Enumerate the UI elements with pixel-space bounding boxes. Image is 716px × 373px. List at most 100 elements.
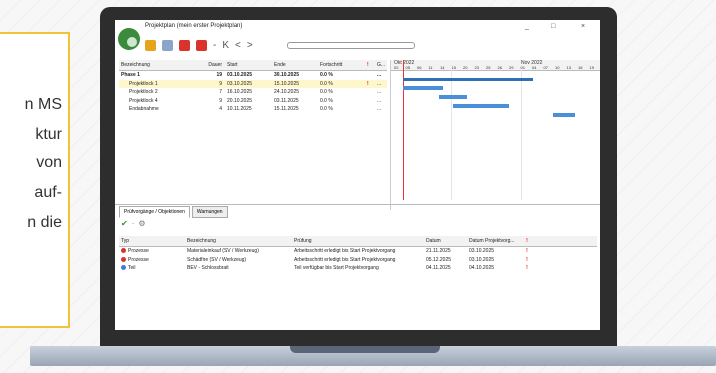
- gantt-bar[interactable]: [439, 95, 467, 99]
- gantt-bar[interactable]: [453, 104, 509, 108]
- task-start: 03.10.2025: [227, 72, 253, 79]
- gantt-bar[interactable]: [403, 78, 533, 81]
- process-icon: [121, 256, 126, 262]
- close-button[interactable]: ×: [581, 23, 585, 30]
- gantt-header: Okt 2022 Nov 2022 02 05 06 11 14 15 20 23 25 26 29…: [391, 60, 600, 71]
- task-warning: !: [367, 80, 369, 87]
- type-label: Prozesse: [128, 256, 149, 263]
- gantt-day-label: 25: [486, 65, 491, 70]
- task-more-button[interactable]: ...: [375, 89, 387, 95]
- date-cell: 21.11.2025: [426, 248, 451, 255]
- task-more-button[interactable]: ...: [375, 98, 387, 104]
- warning-cell: !: [526, 265, 528, 272]
- tab-bar: Prüfvorgänge / Objektionen Warnungen: [119, 206, 228, 218]
- col-warning-header[interactable]: !: [365, 62, 375, 68]
- check-icon[interactable]: ✔: [121, 219, 128, 228]
- gantt-day-label: 20: [463, 65, 468, 70]
- col-progress-header[interactable]: Fortschritt: [318, 62, 365, 68]
- delete-icon[interactable]: [179, 39, 190, 51]
- gantt-day-label: 02: [394, 65, 399, 70]
- task-duration: 7: [219, 89, 222, 96]
- remove-icon[interactable]: [196, 39, 207, 51]
- col-warning-header[interactable]: !: [521, 238, 531, 244]
- task-progress: 0.0 %: [320, 97, 333, 104]
- col-date2-header[interactable]: Datum Projektvorg...: [467, 238, 521, 244]
- today-marker: [403, 60, 404, 200]
- col-date-header[interactable]: Datum: [424, 238, 467, 244]
- process-icon: [121, 248, 126, 254]
- table-header: Typ Bezeichnung Prüfung Datum Datum Proj…: [119, 236, 597, 247]
- table-header: Bezeichnung Dauer Start Ende Fortschritt…: [119, 60, 387, 71]
- task-table: Bezeichnung Dauer Start Ende Fortschritt…: [119, 60, 387, 114]
- zoom-slider[interactable]: [287, 42, 415, 49]
- table-row[interactable]: Teil BEV - Schlossbrait Teil verfügbar b…: [119, 264, 597, 273]
- pane-splitter[interactable]: [115, 204, 600, 205]
- col-duration-header[interactable]: Dauer: [199, 62, 225, 68]
- col-g-header[interactable]: G...: [375, 62, 387, 68]
- table-row[interactable]: Phase 1 19 03.10.2025 30.10.2025 0.0 % .…: [119, 71, 387, 80]
- task-more-button[interactable]: ...: [375, 106, 387, 112]
- card-line: von: [36, 154, 62, 171]
- gantt-day-label: 13: [566, 65, 571, 70]
- task-start: 03.10.2025: [227, 80, 253, 87]
- table-row[interactable]: Projektlock 1 9 03.10.2025 15.10.2025 0.…: [119, 79, 387, 88]
- date2-cell: 03.10.2025: [469, 256, 495, 263]
- window-title: Projektplan (mein erster Projektplan): [145, 23, 243, 29]
- col-end-header[interactable]: Ende: [272, 62, 318, 68]
- task-duration: 9: [219, 80, 222, 87]
- table-row[interactable]: Projektlock 2 7 16.10.2025 24.10.2025 0.…: [119, 88, 387, 97]
- settings-icon[interactable]: ⚙: [138, 219, 145, 228]
- minimize-button[interactable]: _: [525, 23, 529, 30]
- type-cell: Teil: [119, 265, 185, 271]
- app-logo-icon[interactable]: [118, 28, 140, 50]
- date-cell: 04.11.2025: [426, 265, 451, 272]
- task-end: 30.10.2025: [274, 72, 300, 79]
- task-end: 03.11.2025: [274, 97, 299, 104]
- tab-warnungen[interactable]: Warnungen: [191, 206, 228, 218]
- first-button[interactable]: K: [222, 40, 229, 51]
- table-row[interactable]: Projektlock 4 9 20.10.2025 03.11.2025 0.…: [119, 97, 387, 106]
- check-table: Typ Bezeichnung Prüfung Datum Datum Proj…: [119, 236, 597, 273]
- back-button[interactable]: <: [235, 40, 241, 51]
- table-row[interactable]: Endabnahme 4 10.11.2025 15.11.2025 0.0 %…: [119, 105, 387, 114]
- task-name: Projektlock 2: [129, 89, 158, 96]
- gantt-day-label: 26: [497, 65, 502, 70]
- col-name-header[interactable]: Bezeichnung: [119, 62, 199, 68]
- task-name: Phase 1: [121, 72, 140, 79]
- task-name: Projektlock 4: [129, 97, 158, 104]
- gantt-day-label: 04: [532, 65, 537, 70]
- maximize-button[interactable]: □: [551, 23, 555, 30]
- gantt-day-label: 05: [405, 65, 410, 70]
- gantt-day-label: 16: [578, 65, 583, 70]
- col-start-header[interactable]: Start: [225, 62, 272, 68]
- warning-cell: !: [526, 248, 528, 255]
- card-line: n die: [27, 214, 62, 231]
- toolbar: - K < >: [145, 36, 253, 54]
- date2-cell: 03.10.2025: [469, 248, 495, 255]
- gantt-day-label: 14: [440, 65, 445, 70]
- gantt-bar[interactable]: [403, 86, 443, 90]
- col-check-header[interactable]: Prüfung: [292, 238, 424, 244]
- type-label: Prozesse: [128, 248, 149, 255]
- table-row[interactable]: Prozesse Materialeinkauf (SV / Werkzeug)…: [119, 247, 597, 256]
- link-icon[interactable]: [162, 39, 173, 51]
- task-more-button[interactable]: ...: [375, 72, 387, 78]
- gantt-gridline: [521, 70, 522, 200]
- col-type-header[interactable]: Typ: [119, 238, 185, 244]
- task-name: Projektlock 1: [129, 80, 158, 87]
- task-duration: 4: [219, 106, 222, 113]
- check-cell: Arbeitsschritt erledigt bis Start Projek…: [294, 248, 396, 255]
- col-name-header[interactable]: Bezeichnung: [185, 238, 292, 244]
- forward-button[interactable]: >: [247, 40, 253, 51]
- table-row[interactable]: Prozesse Schädfire (SV / Werkzeug) Arbei…: [119, 256, 597, 265]
- part-icon: [121, 265, 126, 271]
- task-end: 24.10.2025: [274, 89, 300, 96]
- task-end: 15.10.2025: [274, 80, 300, 87]
- gantt-bar[interactable]: [553, 113, 575, 117]
- task-more-button[interactable]: ...: [375, 81, 387, 87]
- new-task-icon[interactable]: [145, 39, 156, 51]
- type-cell: Prozesse: [119, 257, 185, 263]
- gantt-day-label: 06: [417, 65, 422, 70]
- card-line: ktur: [35, 126, 62, 143]
- tab-pruefvorgaenge[interactable]: Prüfvorgänge / Objektionen: [119, 206, 190, 218]
